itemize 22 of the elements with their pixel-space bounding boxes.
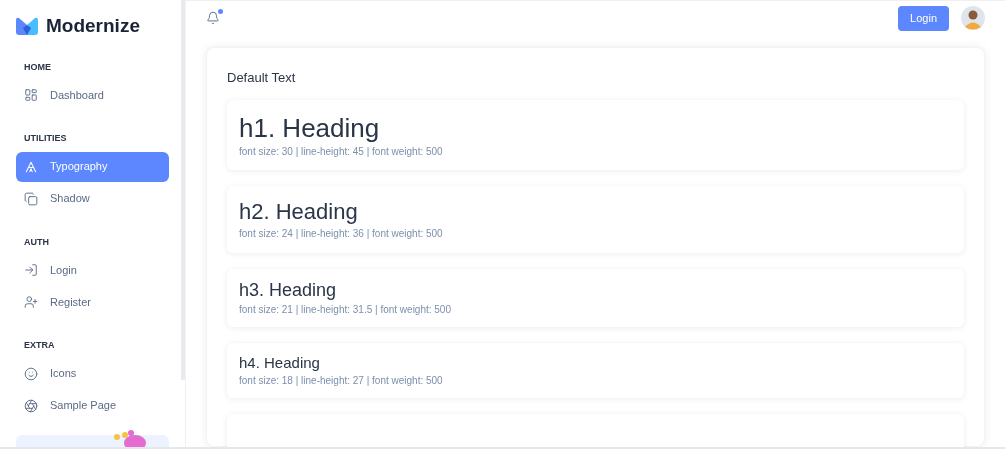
login-button[interactable]: Login	[898, 5, 949, 31]
heading-spec: font size: 21 | line-height: 31.5 | font weight: 500	[239, 302, 452, 317]
nav-item[interactable]: Dashboard	[16, 80, 169, 110]
heading-sample: h2. Heading	[239, 197, 359, 226]
section-title: AUTH	[23, 235, 50, 249]
heading-spec: font size: 24 | line-height: 36 | font weight: 500	[239, 226, 444, 241]
nav-item[interactable]: Sample Page	[16, 390, 169, 421]
section-title: EXTRA	[23, 339, 56, 352]
heading-sample: h3. Heading	[239, 278, 338, 302]
nav-item[interactable]: Login	[16, 255, 169, 285]
nav-item[interactable]: Register	[16, 287, 169, 317]
nav-item[interactable]: Shadow	[16, 183, 169, 214]
heading-sample: h4. Heading	[239, 352, 321, 373]
nav-item[interactable]: Icons	[16, 358, 169, 389]
nav-item[interactable]: Typography	[16, 151, 169, 182]
brand-name: Modernize	[46, 14, 140, 38]
heading-spec: font size: 18 | line-height: 27 | font weight: 500	[239, 373, 444, 388]
section-title: HOME	[23, 60, 52, 74]
section-title: UTILITIES	[23, 132, 68, 145]
heading-spec: font size: 30 | line-height: 45 | font weight: 500	[239, 144, 444, 159]
heading-sample: h1. Heading	[239, 111, 381, 144]
card-title: Default Text	[227, 69, 297, 87]
